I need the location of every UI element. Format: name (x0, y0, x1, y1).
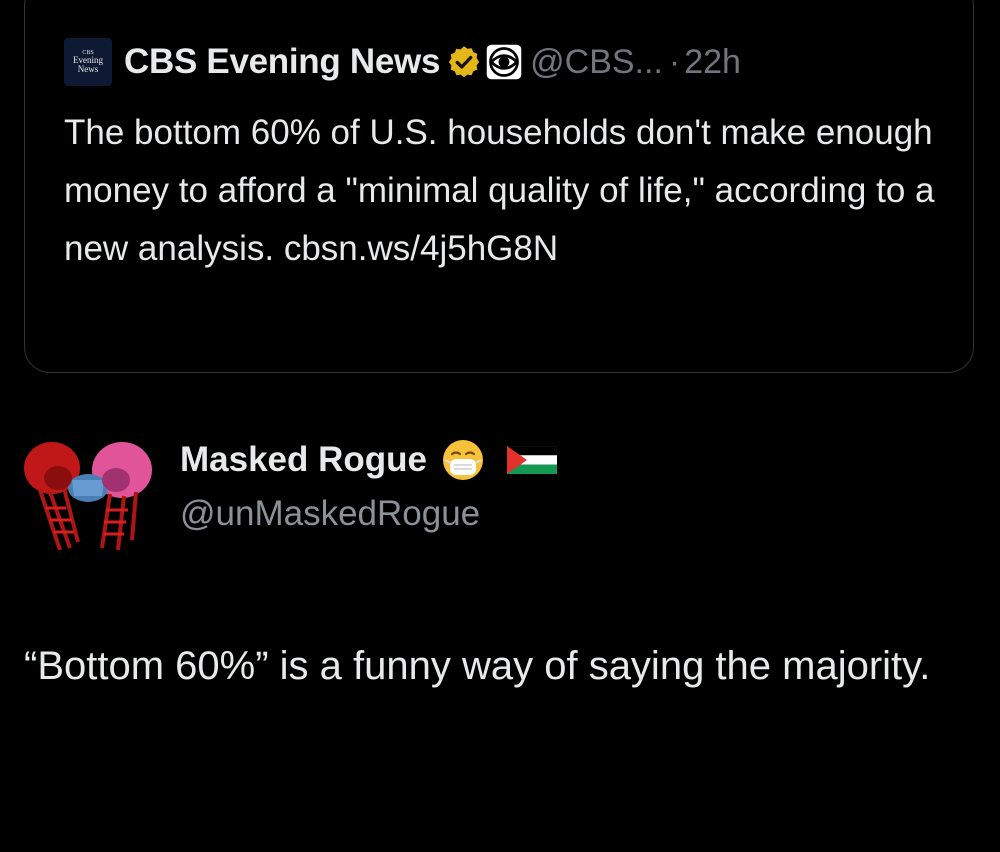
masked-rogue-avatar[interactable] (20, 430, 160, 556)
face-with-medical-mask-icon (443, 440, 483, 480)
logo-line-3: News (77, 64, 99, 74)
verified-badge-icon[interactable] (446, 44, 482, 80)
reply-author-row: Masked Rogue (180, 436, 557, 484)
reply-author-name[interactable]: Masked Rogue (180, 440, 427, 480)
quoted-handle[interactable]: @CBS... (530, 43, 663, 82)
cbs-eye-icon (486, 44, 522, 80)
quoted-tweet-text: The bottom 60% of U.S. households don't … (64, 113, 935, 268)
cbs-evening-news-avatar[interactable]: CBS Evening News (64, 38, 112, 86)
reply-text: “Bottom 60%” is a funny way of saying th… (24, 644, 931, 688)
quoted-tweet-header: CBS Evening News CBS Evening News @CBS..… (64, 38, 741, 86)
palestine-flag-icon (507, 446, 557, 474)
quoted-author-name[interactable]: CBS Evening News (124, 42, 440, 82)
dot-separator: · (668, 42, 681, 81)
reply-handle[interactable]: @unMaskedRogue (180, 494, 480, 534)
tweet-timestamp[interactable]: 22h (684, 43, 741, 82)
